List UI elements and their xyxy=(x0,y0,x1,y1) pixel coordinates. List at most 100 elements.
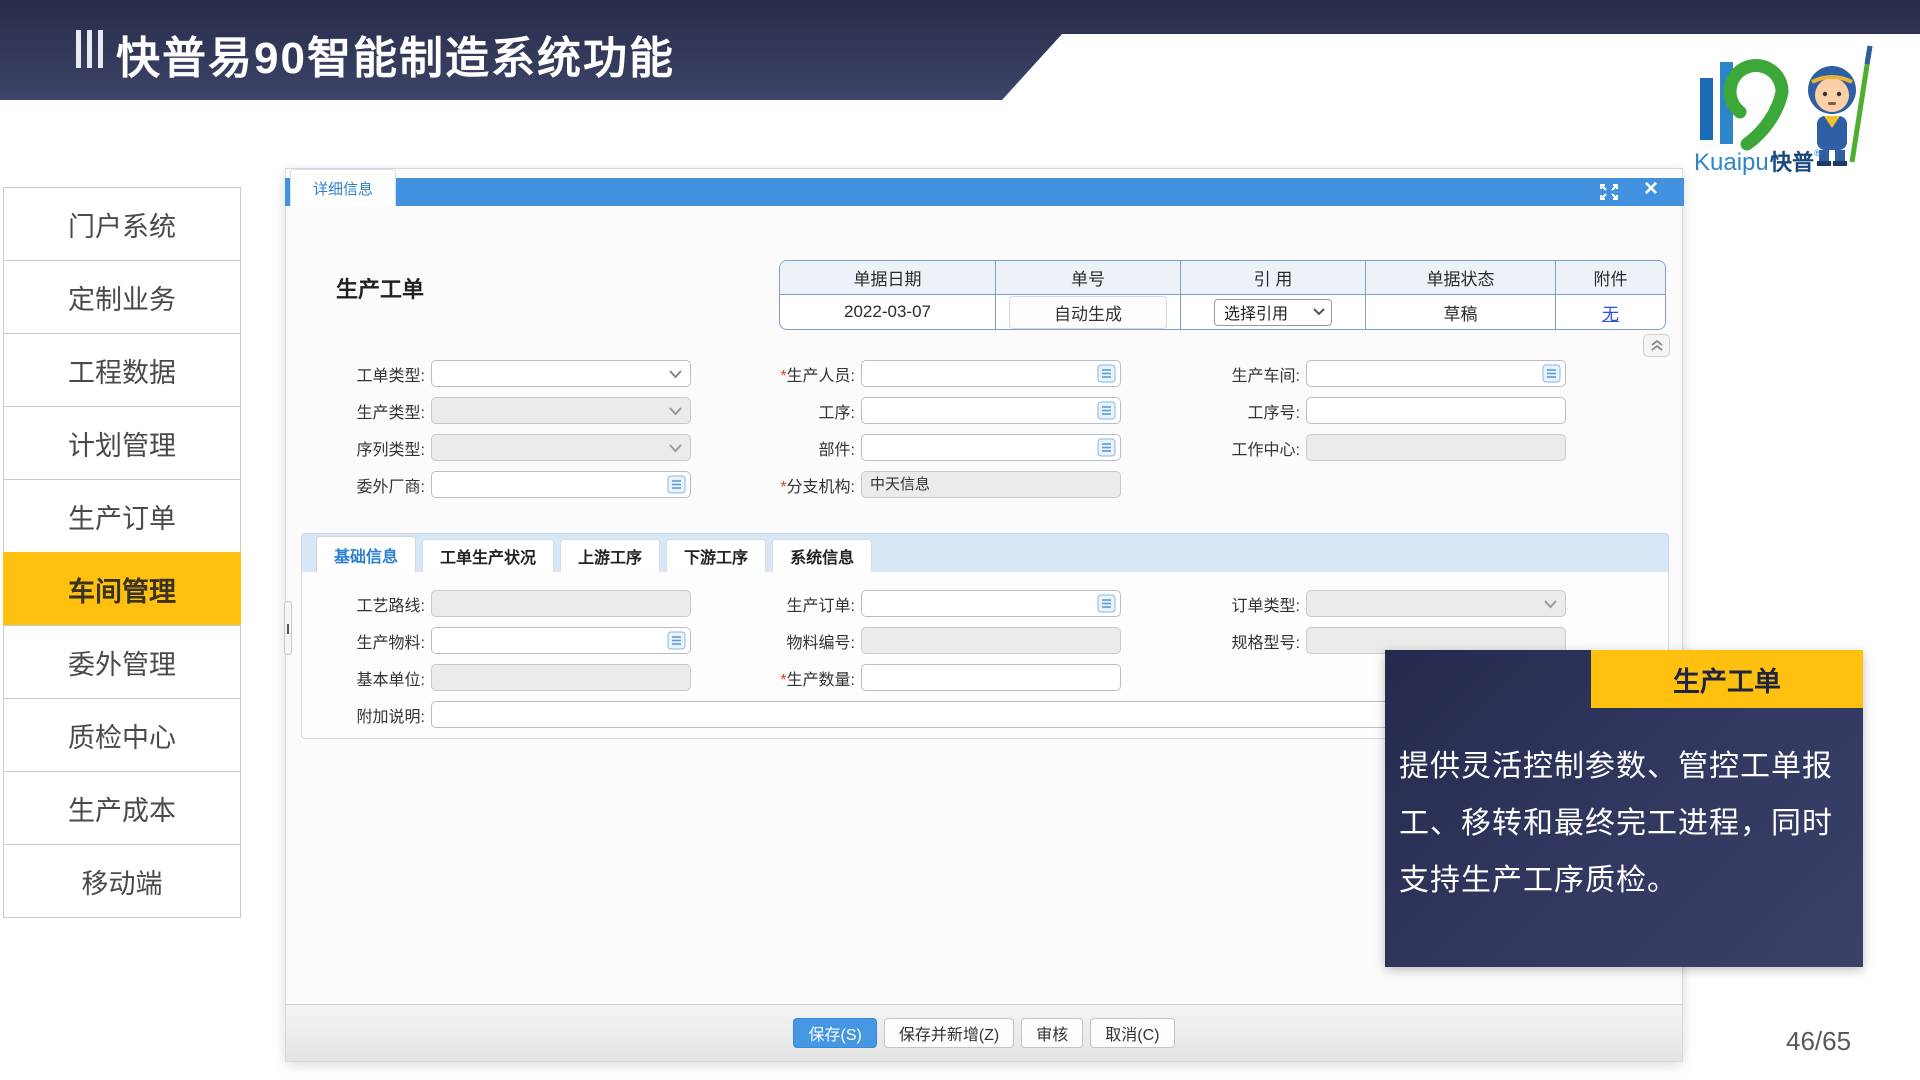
sidebar-item-portal-system[interactable]: 门户系统 xyxy=(3,187,241,261)
sidebar-item-custom-business[interactable]: 定制业务 xyxy=(3,260,241,334)
field-production-staff[interactable] xyxy=(861,360,1121,387)
sidebar-item-outsourcing-management[interactable]: 委外管理 xyxy=(3,625,241,699)
field-production-material[interactable] xyxy=(431,627,691,654)
field-branch: 中天信息 xyxy=(861,471,1121,498)
page-title: 快普易90智能制造系统功能 xyxy=(116,22,675,86)
label-extra-note: 附加说明: xyxy=(331,703,431,727)
status-value: 草稿 xyxy=(1365,295,1555,329)
sidebar-menu: 门户系统 定制业务 工程数据 计划管理 生产订单 车间管理 委外管理 质检中心 … xyxy=(3,187,241,918)
double-chevron-up-icon xyxy=(1650,339,1664,352)
sidebar-item-mobile[interactable]: 移动端 xyxy=(3,844,241,918)
field-workshop[interactable] xyxy=(1306,360,1566,387)
label-branch: *分支机构: xyxy=(766,473,861,497)
lookup-icon xyxy=(1542,364,1561,383)
field-process[interactable] xyxy=(861,397,1121,424)
dialog-footer: 保存(S) 保存并新增(Z) 审核 取消(C) xyxy=(286,1004,1682,1061)
branch-value: 中天信息 xyxy=(862,472,1120,497)
label-base-unit: 基本单位: xyxy=(331,666,431,690)
tab-work-order-status[interactable]: 工单生产状况 xyxy=(422,539,554,572)
tab-upstream-process[interactable]: 上游工序 xyxy=(560,539,660,572)
document-date-value: 2022-03-07 xyxy=(780,295,995,329)
inner-tab-strip: 基础信息 工单生产状况 上游工序 下游工序 系统信息 xyxy=(301,533,1669,573)
order-no-value: 自动生成 xyxy=(1009,296,1167,329)
label-order-type: 订单类型: xyxy=(1206,592,1306,616)
label-production-qty: *生产数量: xyxy=(766,666,861,690)
label-production-order: 生产订单: xyxy=(766,592,861,616)
lookup-icon xyxy=(667,475,686,494)
kp-mark xyxy=(1700,62,1782,144)
tab-detail-info[interactable]: 详细信息 xyxy=(290,169,396,206)
kuaipu-logo: Kuaipu 快普 ® xyxy=(1692,42,1892,177)
label-production-staff: *生产人员: xyxy=(766,362,861,386)
label-production-type: 生产类型: xyxy=(331,399,431,423)
callout-title: 生产工单 xyxy=(1591,650,1863,708)
callout-body-text: 提供灵活控制参数、管控工单报工、移转和最终完工进程，同时支持生产工序质检。 xyxy=(1399,738,1851,909)
attachment-link[interactable]: 无 xyxy=(1602,300,1619,325)
field-process-no[interactable] xyxy=(1306,397,1566,424)
field-base-unit xyxy=(431,664,691,691)
sidebar-item-quality-center[interactable]: 质检中心 xyxy=(3,698,241,772)
slide-header: 快普易90智能制造系统功能 xyxy=(0,0,1920,100)
label-production-material: 生产物料: xyxy=(331,629,431,653)
close-icon[interactable]: × xyxy=(1640,178,1662,200)
field-outsourcing-vendor[interactable] xyxy=(431,471,691,498)
form-title: 生产工单 xyxy=(336,272,424,304)
label-process-no: 工序号: xyxy=(1206,399,1306,423)
dialog-titlebar xyxy=(285,178,1684,206)
sidebar-item-plan-management[interactable]: 计划管理 xyxy=(3,406,241,480)
svg-text:®: ® xyxy=(1814,148,1821,158)
chevron-down-icon xyxy=(669,444,682,453)
sidebar-item-workshop-management[interactable]: 车间管理 xyxy=(3,552,241,626)
label-process-route: 工艺路线: xyxy=(331,592,431,616)
tab-basic-info[interactable]: 基础信息 xyxy=(316,536,416,572)
order-no-cell: 自动生成 xyxy=(995,295,1180,329)
label-sequence-type: 序列类型: xyxy=(331,436,431,460)
attachment-cell: 无 xyxy=(1555,295,1665,329)
label-outsourcing-vendor: 委外厂商: xyxy=(331,473,431,497)
chevron-down-icon xyxy=(1544,600,1557,609)
col-header-order-no: 单号 xyxy=(995,261,1180,295)
field-production-order[interactable] xyxy=(861,590,1121,617)
reference-select[interactable]: 选择引用 xyxy=(1214,299,1332,326)
panel-grip-handle[interactable] xyxy=(284,601,292,655)
expand-icon[interactable] xyxy=(1598,181,1620,203)
brand-en-text: Kuaipu xyxy=(1694,149,1769,176)
col-header-reference: 引 用 xyxy=(1180,261,1365,295)
field-process-route xyxy=(431,590,691,617)
label-spec-model: 规格型号: xyxy=(1206,629,1306,653)
save-and-new-button[interactable]: 保存并新增(Z) xyxy=(884,1018,1014,1048)
collapse-header-button[interactable] xyxy=(1643,334,1670,357)
field-production-qty[interactable] xyxy=(861,664,1121,691)
lookup-icon xyxy=(1097,364,1116,383)
sidebar-item-production-order[interactable]: 生产订单 xyxy=(3,479,241,553)
field-component[interactable] xyxy=(861,434,1121,461)
label-process: 工序: xyxy=(766,399,861,423)
label-work-order-type: 工单类型: xyxy=(331,362,431,386)
lookup-icon xyxy=(1097,438,1116,457)
save-button[interactable]: 保存(S) xyxy=(793,1018,876,1048)
label-workshop: 生产车间: xyxy=(1206,362,1306,386)
field-production-type xyxy=(431,397,691,424)
cancel-button[interactable]: 取消(C) xyxy=(1090,1018,1174,1048)
col-header-attachment: 附件 xyxy=(1555,261,1665,295)
sidebar-item-engineering-data[interactable]: 工程数据 xyxy=(3,333,241,407)
page-number: 46/65 xyxy=(1786,1026,1851,1057)
label-work-center: 工作中心: xyxy=(1206,436,1306,460)
chevron-down-icon xyxy=(669,370,682,379)
sidebar-item-production-cost[interactable]: 生产成本 xyxy=(3,771,241,845)
chevron-down-icon xyxy=(1313,308,1325,316)
tab-downstream-process[interactable]: 下游工序 xyxy=(666,539,766,572)
field-material-no xyxy=(861,627,1121,654)
brand-cn-text: 快普 xyxy=(1770,150,1814,175)
field-work-order-type[interactable] xyxy=(431,360,691,387)
field-sequence-type xyxy=(431,434,691,461)
col-header-status: 单据状态 xyxy=(1365,261,1555,295)
tab-system-info[interactable]: 系统信息 xyxy=(772,539,872,572)
feature-callout: 生产工单 提供灵活控制参数、管控工单报工、移转和最终完工进程，同时支持生产工序质… xyxy=(1385,650,1863,967)
chevron-down-icon xyxy=(669,407,682,416)
audit-button[interactable]: 审核 xyxy=(1021,1018,1083,1048)
upper-field-grid: 工单类型: *生产人员: 生产车间: 生产类型: 工序: xyxy=(331,355,1566,503)
document-header-table: 单据日期 单号 引 用 单据状态 附件 2022-03-07 自动生成 选择引用… xyxy=(779,260,1666,330)
label-component: 部件: xyxy=(766,436,861,460)
col-header-date: 单据日期 xyxy=(780,261,995,295)
